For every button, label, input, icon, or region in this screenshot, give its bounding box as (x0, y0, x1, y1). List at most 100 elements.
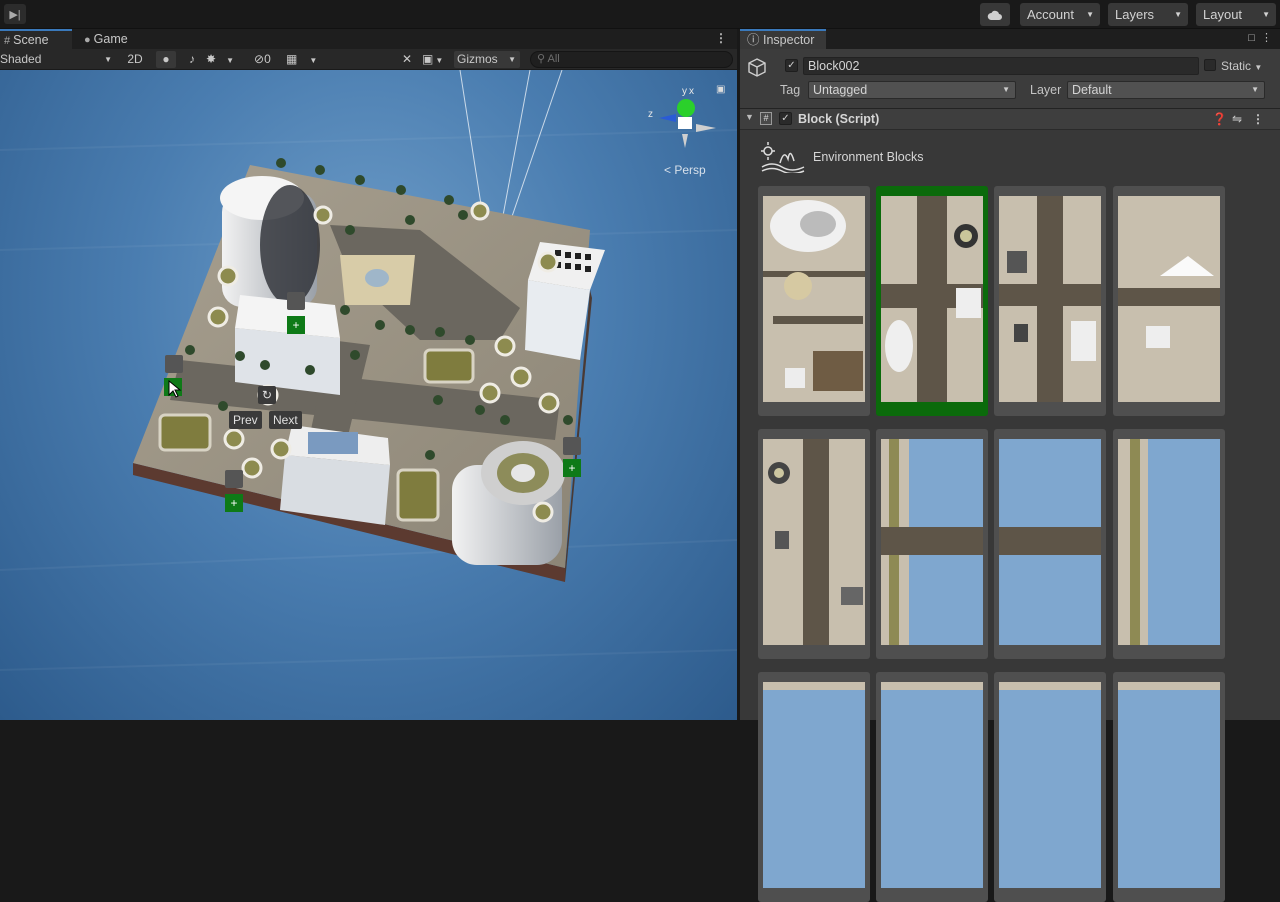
layers-label: Layers (1115, 7, 1155, 22)
static-dropdown[interactable]: Static ▼ (1221, 57, 1262, 77)
block-handle[interactable] (563, 437, 581, 455)
block-preview-image (1118, 439, 1220, 645)
block-thumbnail-road-vertical[interactable] (758, 429, 870, 659)
grid-snap-dropdown[interactable]: ▦ ▼ (286, 51, 326, 68)
lock-icon[interactable]: □ (1248, 32, 1255, 44)
gizmos-dropdown[interactable]: Gizmos ▼ (454, 51, 520, 68)
static-label: Static (1221, 59, 1252, 73)
shading-mode-dropdown[interactable]: Shaded ▼ (0, 51, 118, 68)
block-preview-image (999, 439, 1101, 645)
account-label: Account (1027, 7, 1074, 22)
cloud-button[interactable] (980, 3, 1010, 26)
block-handle[interactable] (165, 355, 183, 373)
main-toolbar: ▶| Account ▼ Layers ▼ Layout ▼ (0, 0, 1280, 29)
layer-dropdown[interactable]: Default ▼ (1067, 81, 1265, 99)
tab-inspector[interactable]: ⓘ Inspector (740, 29, 826, 49)
scene-search-input[interactable]: ⚲ All (530, 51, 733, 68)
block-handle[interactable] (287, 292, 305, 310)
tools-button[interactable]: ✕ (398, 51, 416, 68)
block-handle[interactable] (225, 470, 243, 488)
more-options-icon[interactable]: ⋮ (1252, 112, 1264, 126)
block-thumbnail-partial[interactable] (758, 672, 870, 902)
prev-button[interactable]: Prev (229, 411, 262, 429)
orientation-gizmo[interactable]: y x z (644, 82, 724, 152)
persp-label[interactable]: < Persp (664, 163, 706, 177)
search-placeholder: All (547, 53, 560, 65)
block-building (235, 295, 340, 395)
account-dropdown[interactable]: Account ▼ (1020, 3, 1100, 26)
block-thumbnail-partial[interactable] (994, 672, 1106, 902)
tall-tower (525, 242, 605, 360)
block-thumbnail-road-cross-tower[interactable] (876, 186, 988, 416)
block-thumbnail-water-edge[interactable] (1113, 429, 1225, 659)
tools-icon: ✕ (401, 52, 413, 66)
hidden-objects-toggle[interactable]: ⊘0 (254, 51, 284, 68)
audio-toggle[interactable]: ♪ (182, 51, 202, 68)
chevron-down-icon: ▼ (226, 56, 234, 65)
tag-dropdown[interactable]: Untagged ▼ (808, 81, 1016, 99)
axis-z-label: z (648, 109, 653, 120)
block-thumbnail-partial[interactable] (876, 672, 988, 902)
component-enabled-checkbox[interactable]: ✓ (779, 112, 792, 125)
add-block-button[interactable]: + (225, 494, 243, 512)
lightbulb-icon: ● (162, 52, 170, 66)
shading-mode-label: Shaded (0, 52, 42, 66)
lock-icon[interactable]: ▣ (716, 84, 725, 95)
block-thumbnail-water-bridge[interactable] (994, 429, 1106, 659)
block-thumbnail-partial[interactable] (1113, 672, 1225, 902)
lighting-toggle[interactable]: ● (156, 51, 176, 68)
camera-dropdown[interactable]: ▣ ▼ (422, 51, 450, 68)
block-preview-image (881, 439, 983, 645)
chevron-down-icon[interactable]: ▼ (745, 112, 754, 122)
inspector-panel: ⓘ Inspector □ ⋮ ✓ Block002 Static ▼ Tag … (740, 29, 1280, 902)
next-button[interactable]: Next (269, 411, 302, 429)
active-checkbox[interactable]: ✓ (785, 59, 798, 72)
block-thumbnail-road-cross[interactable] (994, 186, 1106, 416)
scene-viewport[interactable]: y x z ▣ < Persp + + + + ↻ Prev Next (0, 70, 737, 720)
layer-value: Default (1072, 83, 1112, 97)
help-icon[interactable]: ❓ (1212, 112, 1227, 126)
tag-value: Untagged (813, 83, 868, 97)
add-block-button[interactable]: + (563, 459, 581, 477)
component-header[interactable]: ▼ # ✓ Block (Script) ❓ ⇋ ⋮ (740, 109, 1280, 130)
tab-scene-label: Scene (13, 33, 49, 47)
add-block-button[interactable]: + (287, 316, 305, 334)
chevron-down-icon: ▼ (1174, 10, 1182, 19)
chevron-down-icon: ▼ (1262, 10, 1270, 19)
gamepad-icon: ● (84, 34, 91, 46)
block-preview-image (1118, 196, 1220, 402)
environment-blocks-header: Environment Blocks (740, 133, 1280, 173)
static-checkbox[interactable] (1204, 59, 1216, 71)
effects-dropdown[interactable]: ✸ ▼ (206, 51, 246, 68)
block-preview-image (763, 439, 865, 645)
object-name-field[interactable]: Block002 (803, 57, 1199, 75)
cloud-icon (987, 10, 1002, 20)
object-header: ✓ Block002 Static ▼ Tag Untagged ▼ Layer … (740, 49, 1280, 109)
more-options-icon[interactable]: ⋮ (1261, 32, 1272, 44)
grid-snap-icon: ▦ (286, 52, 298, 66)
fountain (365, 269, 389, 287)
block-thumbnail-park-corner[interactable] (758, 186, 870, 416)
tab-scene[interactable]: # Scene (0, 29, 72, 49)
camera-icon: ▣ (422, 52, 434, 66)
more-options-icon[interactable]: ⋮ (715, 31, 727, 45)
mode-2d-toggle[interactable]: 2D (124, 51, 146, 68)
block-preview-image (881, 682, 983, 888)
block-preview-image (763, 196, 865, 402)
rotate-button[interactable]: ↻ (258, 386, 276, 404)
block-preview-image (763, 682, 865, 888)
chevron-down-icon: ▼ (1254, 63, 1263, 72)
chevron-down-icon: ▼ (508, 55, 516, 64)
layout-dropdown[interactable]: Layout ▼ (1196, 3, 1276, 26)
mode-2d-label: 2D (127, 52, 143, 66)
tab-inspector-label: Inspector (763, 33, 815, 47)
tab-game[interactable]: ● Game (80, 29, 140, 49)
block-thumbnail-water-cross[interactable] (876, 429, 988, 659)
tab-game-label: Game (93, 32, 128, 46)
preset-icon[interactable]: ⇋ (1232, 112, 1242, 126)
layers-dropdown[interactable]: Layers ▼ (1108, 3, 1188, 26)
block-thumbnail-road-t[interactable] (1113, 186, 1225, 416)
chevron-down-icon: ▼ (1086, 10, 1094, 19)
panel-toggle-icon[interactable]: ▶| (4, 4, 26, 24)
environment-icon (761, 142, 805, 173)
